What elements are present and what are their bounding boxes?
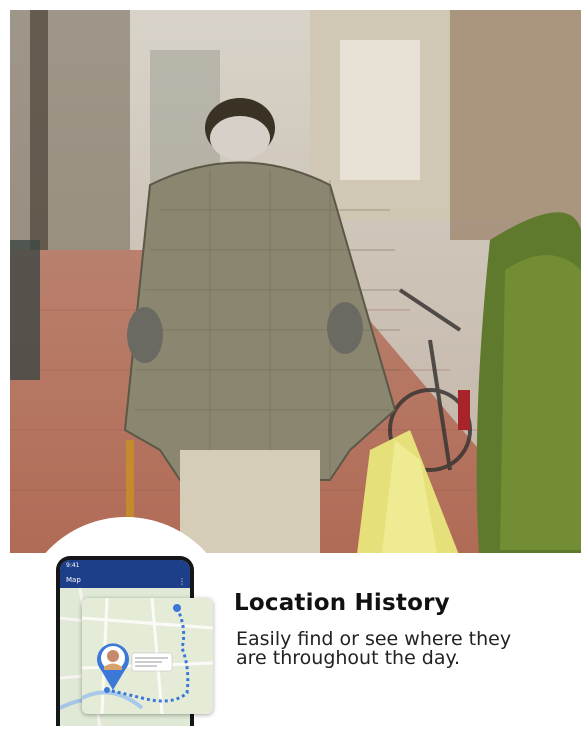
phone-app-bar: Map ⋮ [60,572,190,588]
phone-app-title: Map [66,576,81,584]
caption-description: Easily find or see where they are throug… [236,628,512,669]
avatar [107,650,119,662]
phone-status-time: 9:41 [60,560,190,572]
map-pin-icon [97,643,129,690]
caption-title: Location History [234,590,450,616]
